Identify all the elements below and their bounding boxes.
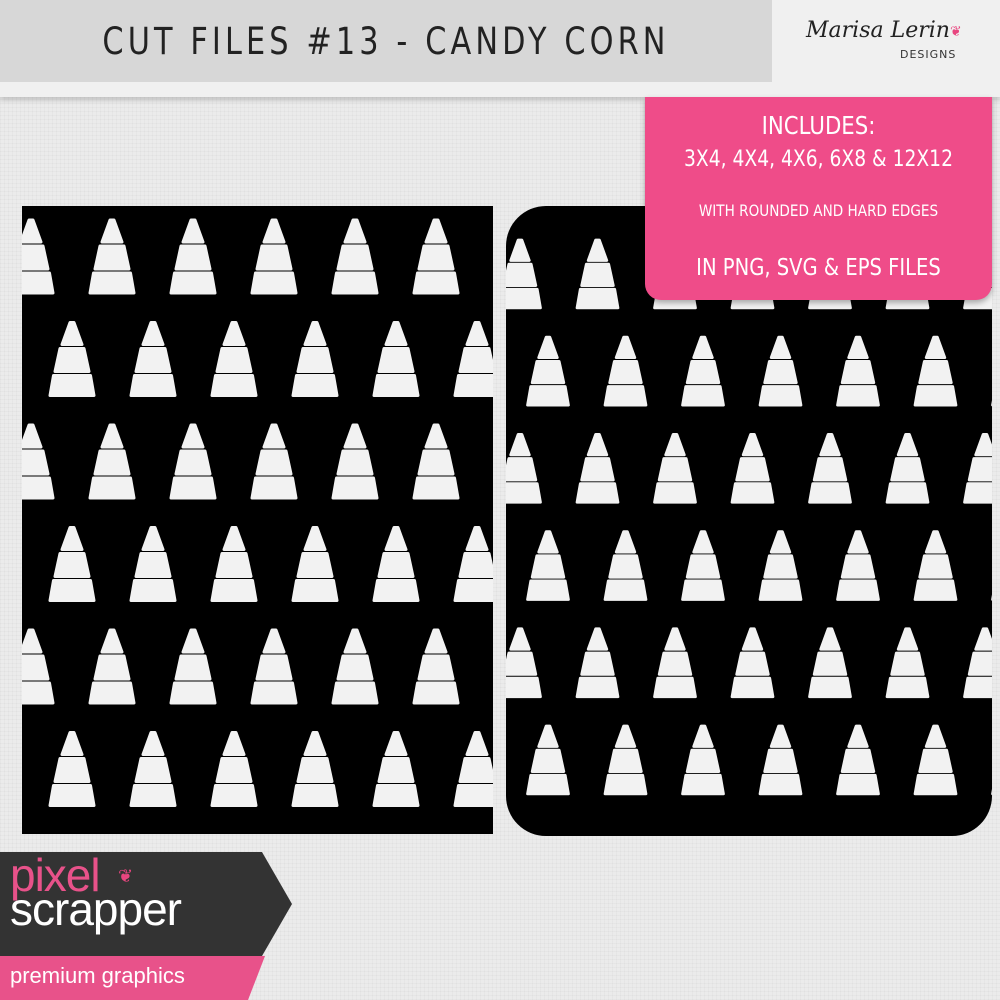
candy-corn-icon [526,530,570,601]
preview-rounded-edges [506,206,992,836]
candy-corn-icon [575,433,620,504]
brand-tagline: premium graphics [10,963,185,988]
candy-corn-icon [22,423,55,500]
candy-corn-icon [129,731,177,807]
pixel-scrapper-banner: pixel ❦ scrapper premium graphics [0,849,300,1000]
candy-corn-icon [129,526,177,602]
candy-corn-icon [169,628,217,705]
candy-corn-icon [331,218,379,295]
candy-corn-icon [412,628,460,705]
includes-heading: INCLUDES: [761,111,876,140]
candy-corn-icon [372,526,420,602]
candy-corn-icon [758,530,803,601]
candy-corn-icon [575,627,620,699]
candy-corn-icon [88,423,136,500]
candy-corn-icon [22,628,55,705]
candy-corn-icon [372,731,420,807]
candy-corn-icon [603,335,648,407]
candy-corn-icon [681,724,725,796]
candy-corn-icon [453,731,493,807]
candy-corn-icon [412,423,460,500]
candy-corn-icon [526,724,570,796]
brand-scrapper: scrapper [10,883,182,935]
candy-corn-icon [250,628,298,705]
candy-corn-icon [331,423,379,500]
candy-corn-icon [681,335,725,407]
candy-corn-icon [913,530,958,601]
candy-corn-icon [506,627,542,699]
candy-corn-icon [169,423,217,500]
candy-corn-icon [291,321,339,397]
includes-formats: IN PNG, SVG & EPS FILES [696,255,941,281]
candy-corn-icon [169,218,217,295]
candy-corn-icon [758,724,803,796]
candy-corn-icon [291,526,339,602]
candy-corn-icon [963,627,992,699]
candy-corn-icon [291,731,339,807]
designer-logo: Marisa Lerin DESIGNS ❦ [800,18,980,68]
candy-corn-icon [653,433,697,504]
candy-corn-icon [129,321,177,397]
designer-logo-sub: DESIGNS [900,48,957,61]
candy-corn-icon [681,530,725,601]
candy-corn-icon [730,433,775,504]
candy-corn-icon [88,628,136,705]
candy-corn-icon [836,530,880,601]
candy-corn-icon [653,627,697,699]
candy-corn-icon [836,335,880,407]
candy-corn-icon [913,724,958,796]
candy-corn-icon [913,335,958,407]
candy-corn-pattern [506,238,992,796]
candy-corn-icon [48,526,96,602]
candy-corn-icon [22,218,55,295]
preview-hard-edges [22,206,493,834]
candy-corn-icon [250,423,298,500]
candy-corn-icon [506,433,542,504]
candy-corn-icon [963,433,992,504]
candy-corn-icon [836,724,880,796]
candy-corn-pattern [22,218,493,807]
candy-corn-icon [730,627,775,699]
candy-corn-icon [808,433,852,504]
butterfly-icon: ❦ [950,24,962,40]
candy-corn-icon [210,731,258,807]
candy-corn-icon [603,530,648,601]
includes-box: INCLUDES: 3X4, 4X4, 4X6, 6X8 & 12X12 WIT… [645,97,992,300]
candy-corn-icon [808,627,852,699]
candy-corn-icon [331,628,379,705]
candy-corn-icon [372,321,420,397]
candy-corn-icon [575,238,620,310]
candy-corn-icon [48,731,96,807]
candy-corn-icon [506,238,542,310]
candy-corn-icon [210,526,258,602]
candy-corn-icon [758,335,803,407]
candy-corn-icon [210,321,258,397]
page-title: CUT FILES #13 - CANDY CORN [102,20,670,63]
candy-corn-icon [885,433,930,504]
candy-corn-icon [412,218,460,295]
candy-corn-icon [250,218,298,295]
includes-sizes: 3X4, 4X4, 4X6, 6X8 & 12X12 [684,147,953,172]
candy-corn-icon [885,627,930,699]
includes-edges: WITH ROUNDED AND HARD EDGES [698,201,939,220]
candy-corn-icon [453,321,493,397]
candy-corn-icon [48,321,96,397]
candy-corn-icon [603,724,648,796]
designer-logo-name: Marisa Lerin [806,18,950,43]
candy-corn-icon [526,335,570,407]
candy-corn-icon [88,218,136,295]
candy-corn-icon [453,526,493,602]
title-bar: CUT FILES #13 - CANDY CORN [0,0,772,82]
